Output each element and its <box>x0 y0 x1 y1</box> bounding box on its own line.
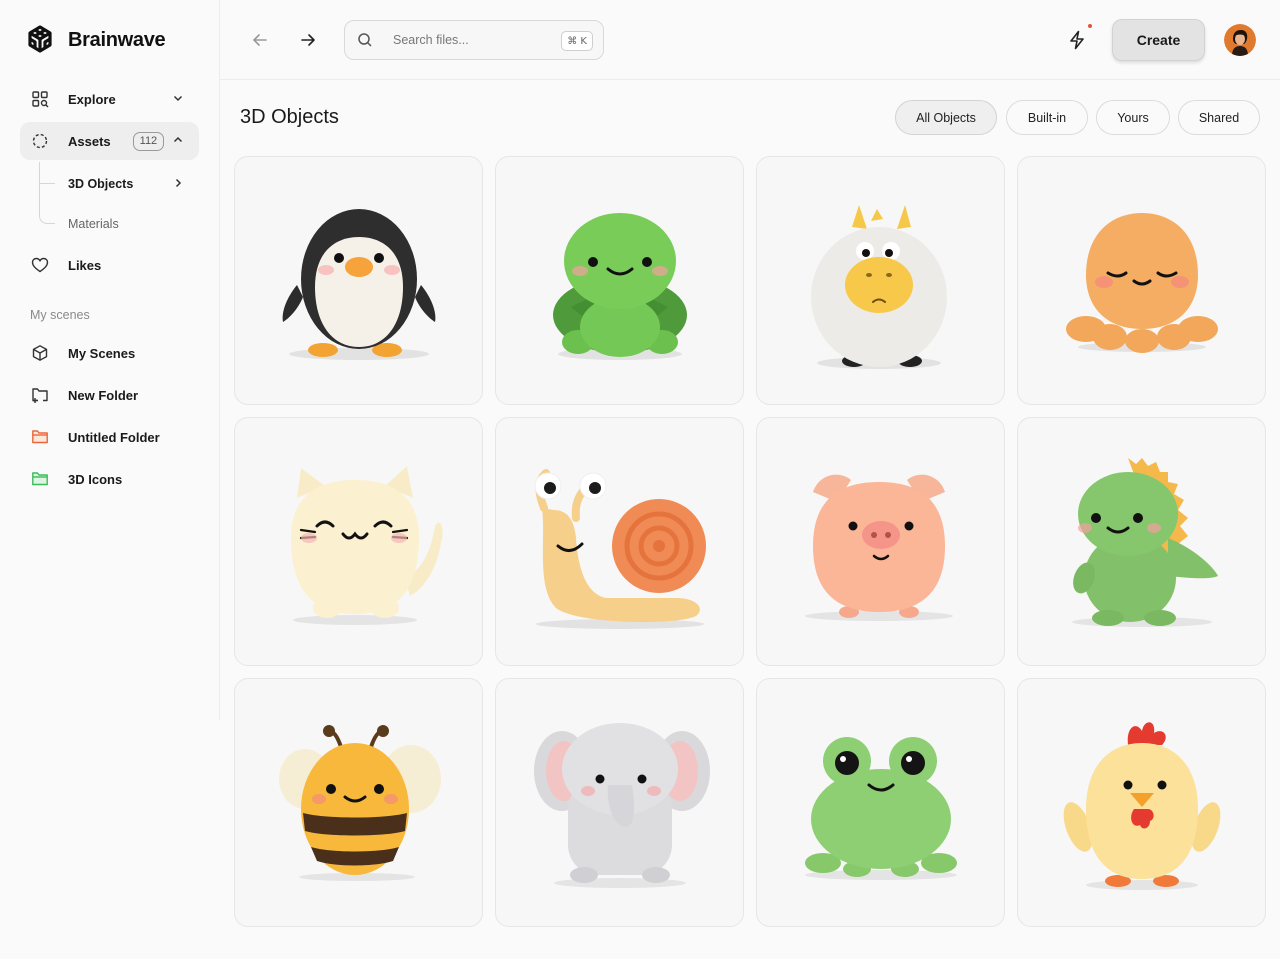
sidebar-item-materials[interactable]: Materials <box>68 212 198 236</box>
heart-icon <box>30 255 50 275</box>
elephant-thumbnail <box>534 723 710 888</box>
brand-name: Brainwave <box>68 28 166 51</box>
object-card-cat[interactable] <box>234 417 483 666</box>
user-avatar[interactable] <box>1224 24 1256 56</box>
arrow-left-icon <box>253 34 267 46</box>
assets-count-badge: 112 <box>132 131 165 151</box>
nav-likes[interactable]: Likes <box>20 246 199 284</box>
nav-assets[interactable]: Assets 112 <box>20 122 199 160</box>
object-card-snail[interactable] <box>495 417 744 666</box>
filter-all-objects[interactable]: All Objects <box>895 100 997 135</box>
filter-yours[interactable]: Yours <box>1096 100 1170 135</box>
folder-plus-icon <box>30 385 50 405</box>
sidebar-item-3d-objects[interactable]: 3D Objects <box>68 172 198 196</box>
dinosaur-thumbnail <box>1072 458 1218 627</box>
search-shortcut-hint: ⌘ K <box>561 31 593 51</box>
folder-green-icon <box>30 469 50 489</box>
sidebar-item-3d-icons[interactable]: 3D Icons <box>20 460 199 498</box>
topbar: ⌘ K Create <box>220 0 1280 80</box>
penguin-thumbnail <box>282 209 436 360</box>
horse-thumbnail <box>811 205 947 369</box>
assets-icon <box>30 131 50 151</box>
nav-explore-label: Explore <box>68 91 116 107</box>
object-card-horse[interactable] <box>756 156 1005 405</box>
forward-button[interactable] <box>296 28 320 52</box>
chick-thumbnail <box>1063 722 1221 890</box>
grid-search-icon <box>30 89 50 109</box>
activity-button[interactable] <box>1066 28 1088 52</box>
object-card-elephant[interactable] <box>495 678 744 927</box>
arrow-right-icon <box>301 34 315 46</box>
filter-shared[interactable]: Shared <box>1178 100 1260 135</box>
sidebar-item-3d-icons-label: 3D Icons <box>68 471 123 487</box>
sidebar: Brainwave Explore Assets 112 3D Objects … <box>0 0 220 720</box>
object-card-octopus[interactable] <box>1017 156 1266 405</box>
page-title: 3D Objects <box>240 106 339 128</box>
nav-explore[interactable]: Explore <box>20 80 199 118</box>
search-input[interactable] <box>393 33 543 47</box>
my-scenes-section-label: My scenes <box>30 308 90 322</box>
object-card-turtle[interactable] <box>495 156 744 405</box>
octopus-thumbnail <box>1066 213 1218 353</box>
tree-connector-tick <box>40 183 55 184</box>
lightning-icon <box>1070 30 1084 50</box>
search-bar[interactable]: ⌘ K <box>344 20 604 60</box>
folder-orange-icon <box>30 427 50 447</box>
cube-icon <box>30 343 50 363</box>
object-card-pig[interactable] <box>756 417 1005 666</box>
chevron-down-icon <box>171 91 185 105</box>
nav-assets-label: Assets <box>68 133 111 149</box>
search-icon <box>357 32 373 48</box>
tree-connector <box>39 162 55 224</box>
sidebar-item-new-folder[interactable]: New Folder <box>20 376 199 414</box>
back-button[interactable] <box>248 28 272 52</box>
sidebar-item-my-scenes[interactable]: My Scenes <box>20 334 199 372</box>
chevron-right-icon <box>172 177 184 189</box>
pig-thumbnail <box>805 474 953 621</box>
sidebar-item-new-folder-label: New Folder <box>68 387 139 403</box>
bee-thumbnail <box>279 725 441 881</box>
object-card-bee[interactable] <box>234 678 483 927</box>
sidebar-item-materials-label: Materials <box>68 217 119 231</box>
object-card-penguin[interactable] <box>234 156 483 405</box>
brand[interactable]: Brainwave <box>24 24 166 56</box>
cat-thumbnail <box>291 466 443 625</box>
turtle-thumbnail <box>553 213 687 360</box>
snail-thumbnail <box>534 469 706 629</box>
object-card-dinosaur[interactable] <box>1017 417 1266 666</box>
create-button[interactable]: Create <box>1112 19 1205 61</box>
object-card-frog[interactable] <box>756 678 1005 927</box>
brainwave-logo-icon <box>28 25 52 53</box>
filter-built-in[interactable]: Built-in <box>1006 100 1088 135</box>
nav-likes-label: Likes <box>68 257 102 273</box>
chevron-up-icon <box>171 133 185 147</box>
sidebar-item-untitled-folder[interactable]: Untitled Folder <box>20 418 199 456</box>
notification-dot <box>1088 24 1092 28</box>
sidebar-item-untitled-folder-label: Untitled Folder <box>68 429 160 445</box>
object-card-chick[interactable] <box>1017 678 1266 927</box>
frog-thumbnail <box>805 737 957 880</box>
sidebar-item-my-scenes-label: My Scenes <box>68 345 136 361</box>
sidebar-item-3d-objects-label: 3D Objects <box>68 177 134 191</box>
